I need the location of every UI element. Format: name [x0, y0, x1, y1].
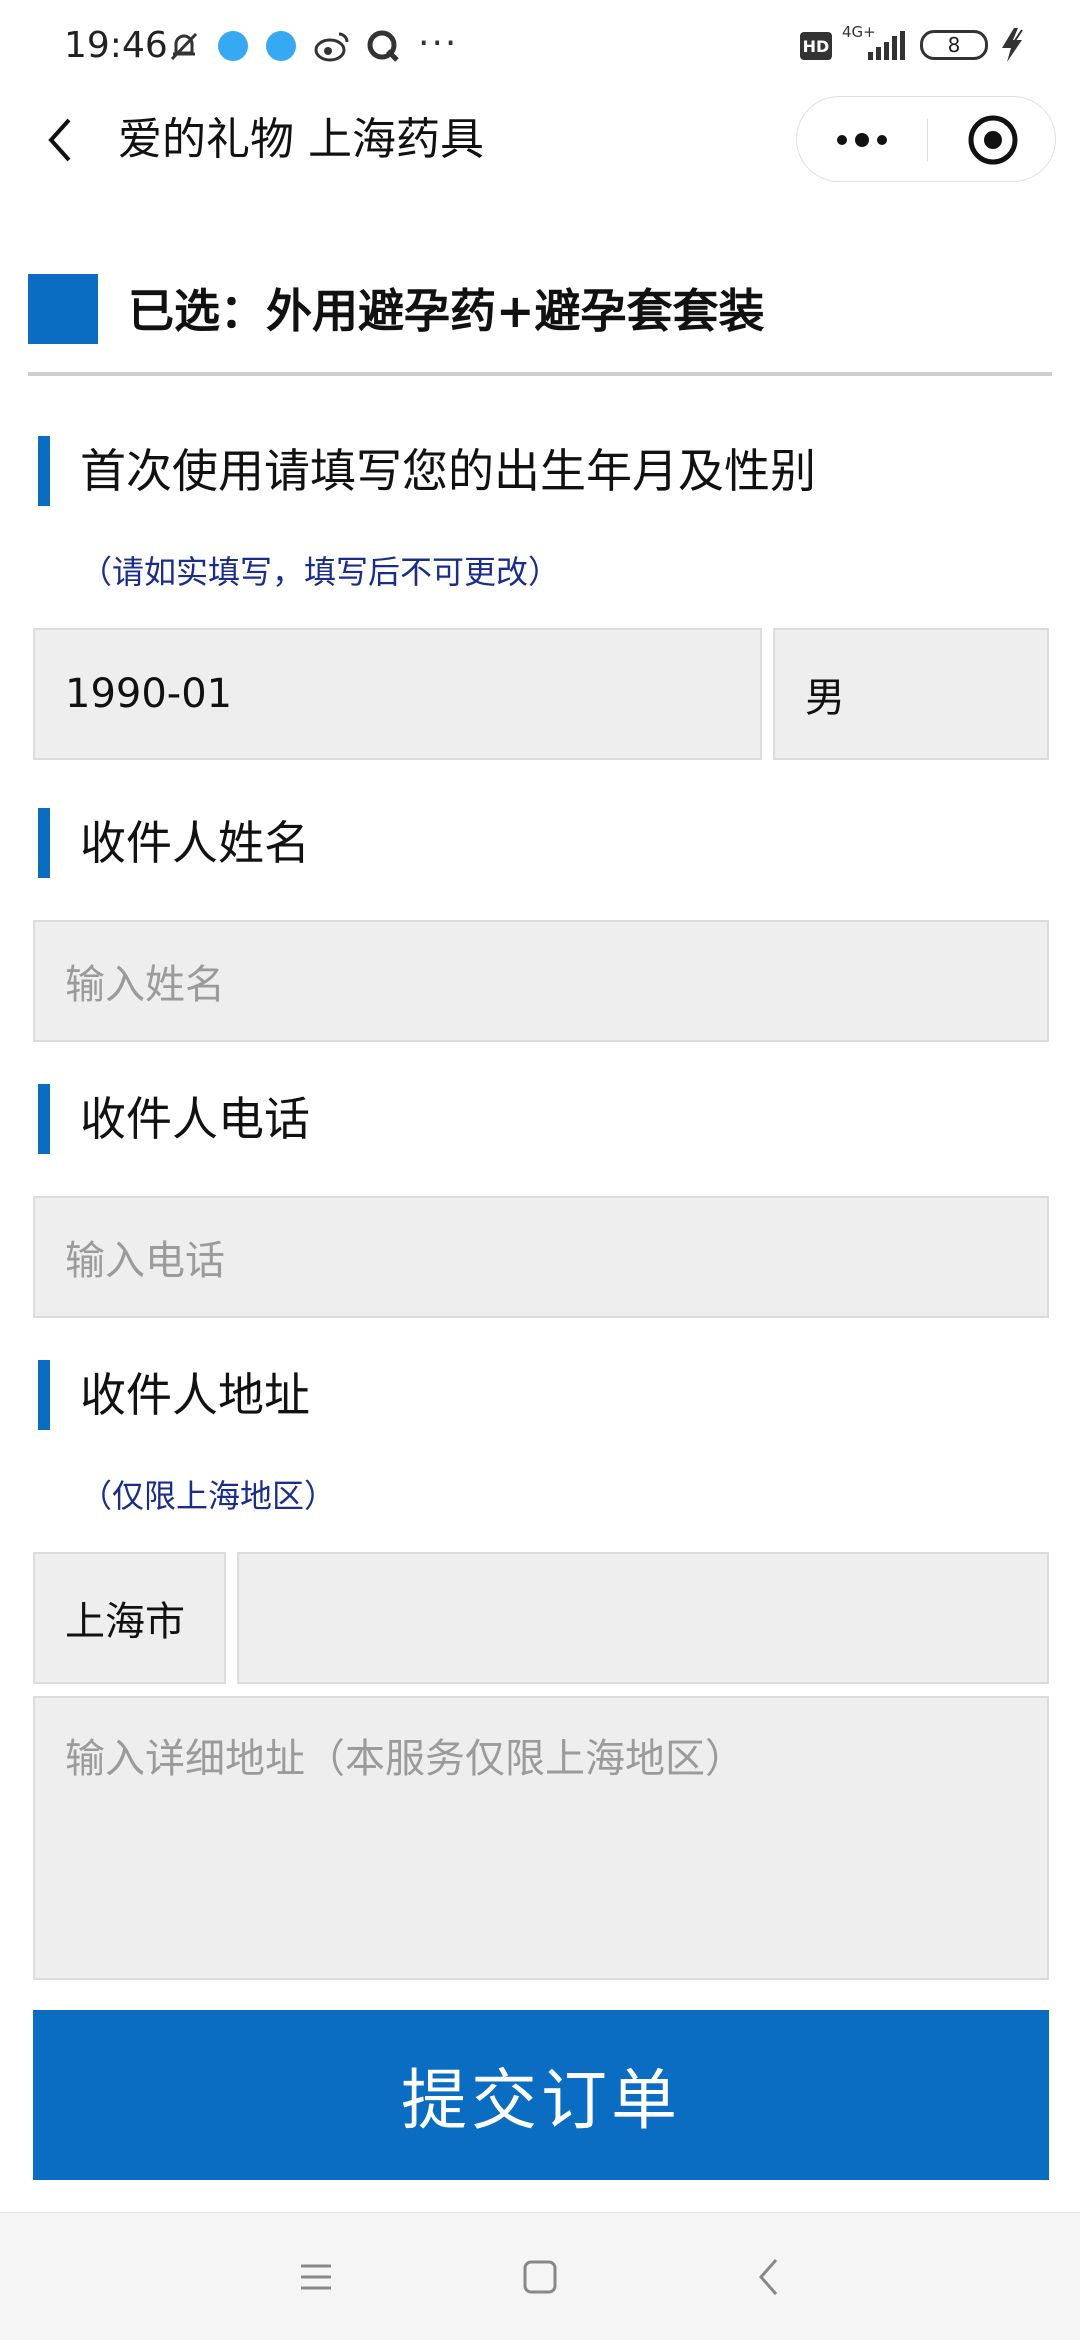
bell-mute-icon: [166, 28, 202, 64]
section-bar: [38, 1084, 50, 1154]
city-value: 上海市: [65, 1599, 185, 1645]
birth-section-title: 首次使用请填写您的出生年月及性别: [80, 444, 816, 498]
name-section-title: 收件人姓名: [80, 816, 310, 870]
birth-date-value: 1990-01: [65, 671, 233, 717]
name-placeholder: 输入姓名: [65, 962, 225, 1008]
selected-marker: [28, 274, 98, 344]
phone-input[interactable]: 输入电话: [33, 1196, 1049, 1318]
back-key[interactable]: [738, 2247, 798, 2307]
back-button[interactable]: [36, 108, 84, 172]
name-input[interactable]: 输入姓名: [33, 920, 1049, 1042]
section-divider: [28, 372, 1052, 376]
battery-icon: 8: [920, 30, 988, 60]
selected-product-label: 已选：外用避孕药+避孕套套装: [128, 284, 765, 338]
signal-icon: [866, 30, 906, 62]
target-close-icon: [968, 115, 1017, 165]
more-button[interactable]: [797, 97, 927, 183]
address-detail-input[interactable]: 输入详细地址（本服务仅限上海地区）: [33, 1696, 1049, 1980]
bubble-icon: [264, 28, 298, 64]
section-bar: [38, 1360, 50, 1430]
charging-icon: [996, 26, 1030, 64]
section-bar: [38, 436, 50, 506]
status-more-icon: ···: [418, 23, 459, 64]
q-icon: [364, 28, 402, 64]
status-time: 19:46: [64, 25, 168, 66]
district-select[interactable]: [237, 1552, 1049, 1684]
weibo-icon: [312, 28, 352, 64]
mini-program-capsule: [796, 96, 1056, 182]
bubble-icon: [216, 28, 250, 64]
back-arrow-icon: [758, 2259, 778, 2295]
home-square-icon: [523, 2260, 557, 2294]
phone-section-title: 收件人电话: [80, 1092, 310, 1146]
menu-lines-icon: [301, 2264, 331, 2290]
address-detail-placeholder: 输入详细地址（本服务仅限上海地区）: [65, 1736, 745, 1782]
chevron-left-icon: [48, 118, 71, 162]
gender-value: 男: [805, 675, 845, 721]
birth-section-note: （请如实填写，填写后不可更改）: [80, 553, 561, 591]
close-program-button[interactable]: [928, 97, 1057, 183]
birth-date-field[interactable]: 1990-01: [33, 628, 762, 760]
page-title: 爱的礼物 上海药具: [118, 114, 484, 165]
section-bar: [38, 808, 50, 878]
submit-order-button[interactable]: 提交订单: [33, 2010, 1049, 2180]
address-section-title: 收件人地址: [80, 1368, 310, 1422]
more-dots-icon: [837, 133, 887, 147]
phone-placeholder: 输入电话: [65, 1238, 225, 1284]
battery-level: 8: [947, 33, 961, 57]
home-key[interactable]: [510, 2247, 570, 2307]
city-select[interactable]: 上海市: [33, 1552, 226, 1684]
hd-badge: HD: [800, 32, 832, 60]
system-navigation-bar: [0, 2212, 1080, 2340]
menu-key[interactable]: [286, 2247, 346, 2307]
gender-select[interactable]: 男: [773, 628, 1049, 760]
address-section-note: （仅限上海地区）: [80, 1477, 337, 1515]
